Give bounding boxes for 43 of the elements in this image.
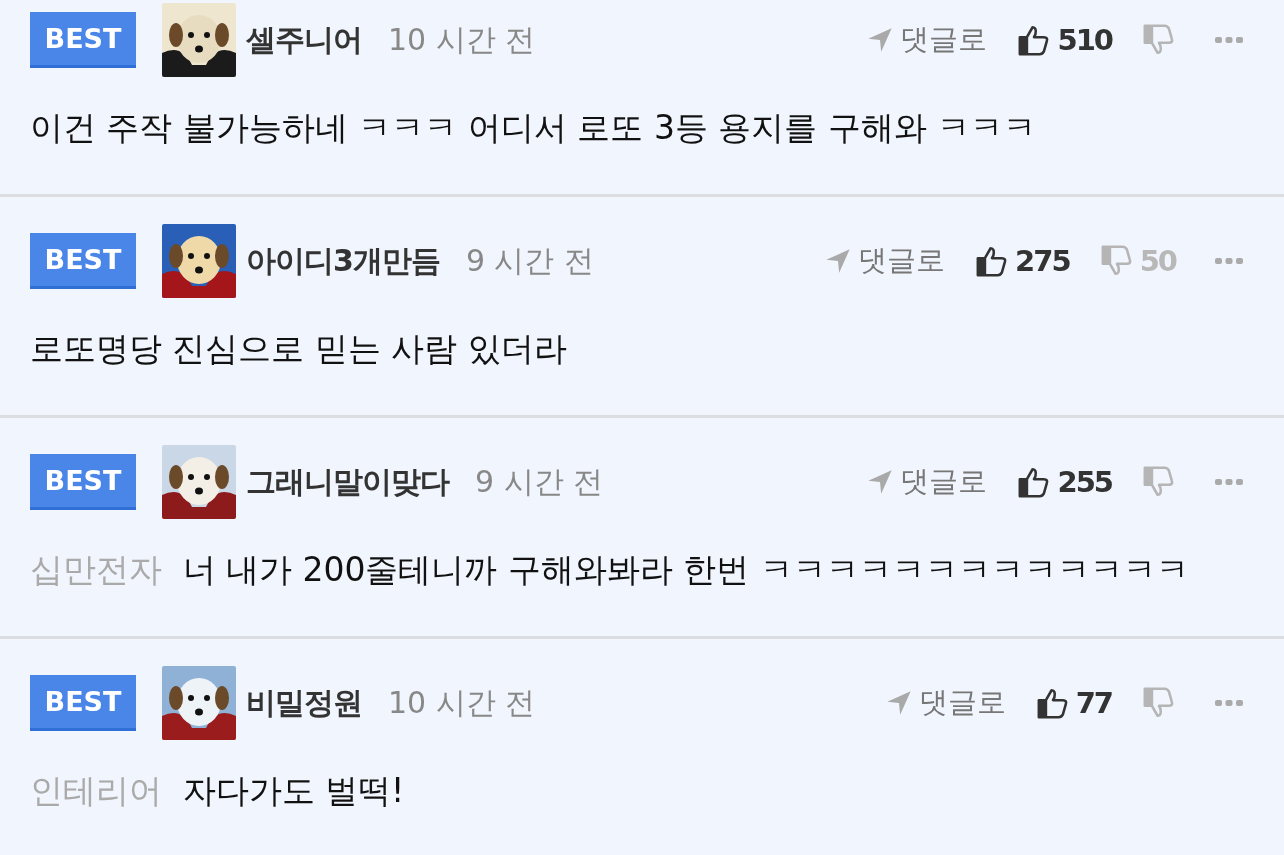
reply-button[interactable]: 댓글로 [866, 20, 988, 60]
more-button[interactable] [1214, 35, 1244, 45]
dislike-button[interactable] [1142, 686, 1176, 720]
reply-button[interactable]: 댓글로 [866, 462, 988, 502]
comment-text: 너 내가 200줄테니까 구해와봐라 한번 ㅋㅋㅋㅋㅋㅋㅋㅋㅋㅋㅋㅋㅋ [182, 550, 1189, 589]
author-name[interactable]: 아이디3개만듬 [246, 240, 440, 282]
dislike-button[interactable] [1142, 23, 1176, 57]
more-icon [1214, 256, 1244, 266]
comment-text: 자다가도 벌떡! [182, 771, 405, 810]
reply-button[interactable]: 댓글로 [884, 683, 1006, 723]
like-button[interactable]: 255 [1017, 465, 1112, 499]
timestamp: 10 시간 전 [388, 683, 536, 722]
more-icon [1214, 477, 1244, 487]
thumbs-down-icon [1099, 244, 1134, 278]
dislike-button[interactable] [1142, 465, 1176, 499]
timestamp: 9 시간 전 [465, 241, 595, 280]
like-button[interactable]: 275 [975, 244, 1070, 278]
navigation-arrow-icon [866, 26, 895, 54]
comment-text: 로또명당 진심으로 믿는 사람 있더라 [30, 329, 567, 368]
like-button[interactable]: 77 [1035, 686, 1112, 720]
timestamp: 10 시간 전 [388, 20, 536, 59]
author-name[interactable]: 셀주니어 [246, 19, 362, 61]
thumbs-down-icon [1142, 465, 1176, 499]
thumbs-down-icon [1142, 686, 1176, 720]
more-icon [1214, 698, 1244, 708]
thumbs-down-icon [1142, 23, 1176, 57]
like-button[interactable]: 510 [1017, 23, 1112, 57]
best-badge: BEST [30, 12, 136, 68]
navigation-arrow-icon [866, 468, 895, 496]
reply-button[interactable]: 댓글로 [824, 241, 946, 281]
best-badge: BEST [30, 675, 136, 731]
more-button[interactable] [1214, 256, 1244, 266]
timestamp: 9 시간 전 [475, 462, 604, 501]
best-badge: BEST [30, 454, 136, 510]
navigation-arrow-icon [824, 247, 853, 275]
comment-text: 이건 주작 불가능하네 ㅋㅋㅋ 어디서 로또 3등 용지를 구해와 ㅋㅋㅋ [30, 108, 1037, 147]
more-button[interactable] [1214, 477, 1244, 487]
author-name[interactable]: 비밀정원 [246, 682, 362, 724]
more-button[interactable] [1214, 698, 1244, 708]
author-name[interactable]: 그래니말이맞다 [246, 461, 449, 503]
best-badge: BEST [30, 233, 136, 289]
more-icon [1214, 35, 1244, 45]
thumbs-up-icon [1035, 686, 1070, 720]
